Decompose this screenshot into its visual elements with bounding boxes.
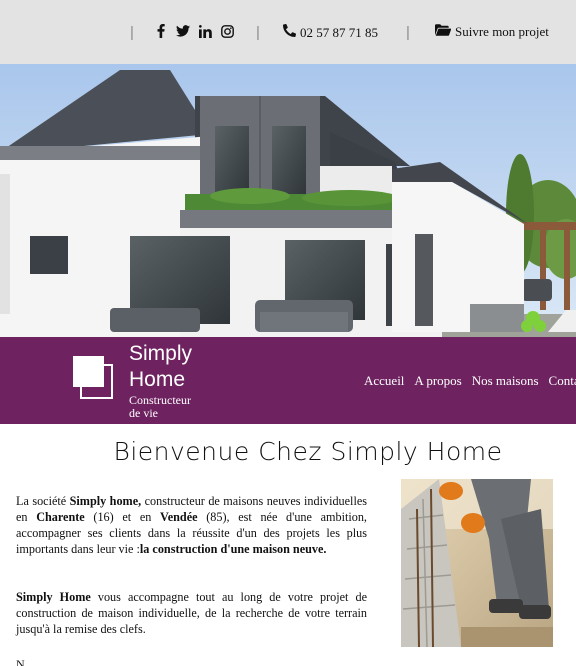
brand-tagline: Constructeur de vie — [129, 394, 191, 420]
divider: | — [130, 24, 134, 41]
next-section-text: N — [16, 657, 25, 666]
divider: | — [406, 24, 410, 41]
main-nav: Accueil A propos Nos maisons Conta — [364, 373, 576, 389]
brand-name-line1: Simply — [129, 342, 193, 365]
phone-number: 02 57 87 71 85 — [300, 24, 378, 40]
text: La société — [16, 494, 70, 508]
intro-paragraph: La société Simply home, constructeur de … — [16, 493, 367, 557]
accompaniment-paragraph: Simply Home vous accompagne tout au long… — [16, 589, 367, 637]
social-links — [154, 23, 234, 39]
top-bar: | | 02 57 87 71 85 | Suivre mon projet — [0, 0, 576, 64]
brand-name[interactable]: Simply Home — [129, 341, 192, 393]
phone-icon — [283, 23, 297, 41]
bold-text: Simply Home — [16, 590, 91, 604]
twitter-icon[interactable] — [176, 23, 190, 39]
nav-item-a-propos[interactable]: A propos — [414, 373, 461, 389]
follow-project-link[interactable]: Suivre mon projet — [435, 24, 549, 40]
page-title: Bienvenue Chez Simply Home — [113, 437, 503, 466]
construction-worker-photo — [401, 479, 553, 647]
brand-tagline-line2: de vie — [129, 406, 158, 420]
nav-item-accueil[interactable]: Accueil — [364, 373, 404, 389]
phone-link[interactable]: 02 57 87 71 85 — [283, 23, 378, 41]
instagram-icon[interactable] — [220, 23, 234, 39]
text: (16) et en — [84, 510, 161, 524]
facebook-icon[interactable] — [154, 23, 168, 39]
nav-item-nos-maisons[interactable]: Nos maisons — [472, 373, 539, 389]
linkedin-icon[interactable] — [198, 23, 212, 39]
bold-text: Vendée — [160, 510, 198, 524]
logo-squares-icon[interactable] — [72, 355, 116, 401]
nav-item-contact[interactable]: Conta — [549, 373, 576, 389]
divider: | — [256, 24, 260, 41]
bold-text: Charente — [36, 510, 85, 524]
follow-project-label: Suivre mon projet — [455, 24, 549, 39]
folder-open-icon — [435, 24, 452, 40]
brand-name-line2: Home — [129, 368, 186, 391]
hero-house-image — [0, 64, 576, 337]
bold-text: Simply home, — [69, 494, 142, 508]
bold-text: la construction d'une maison neuve. — [139, 542, 327, 556]
